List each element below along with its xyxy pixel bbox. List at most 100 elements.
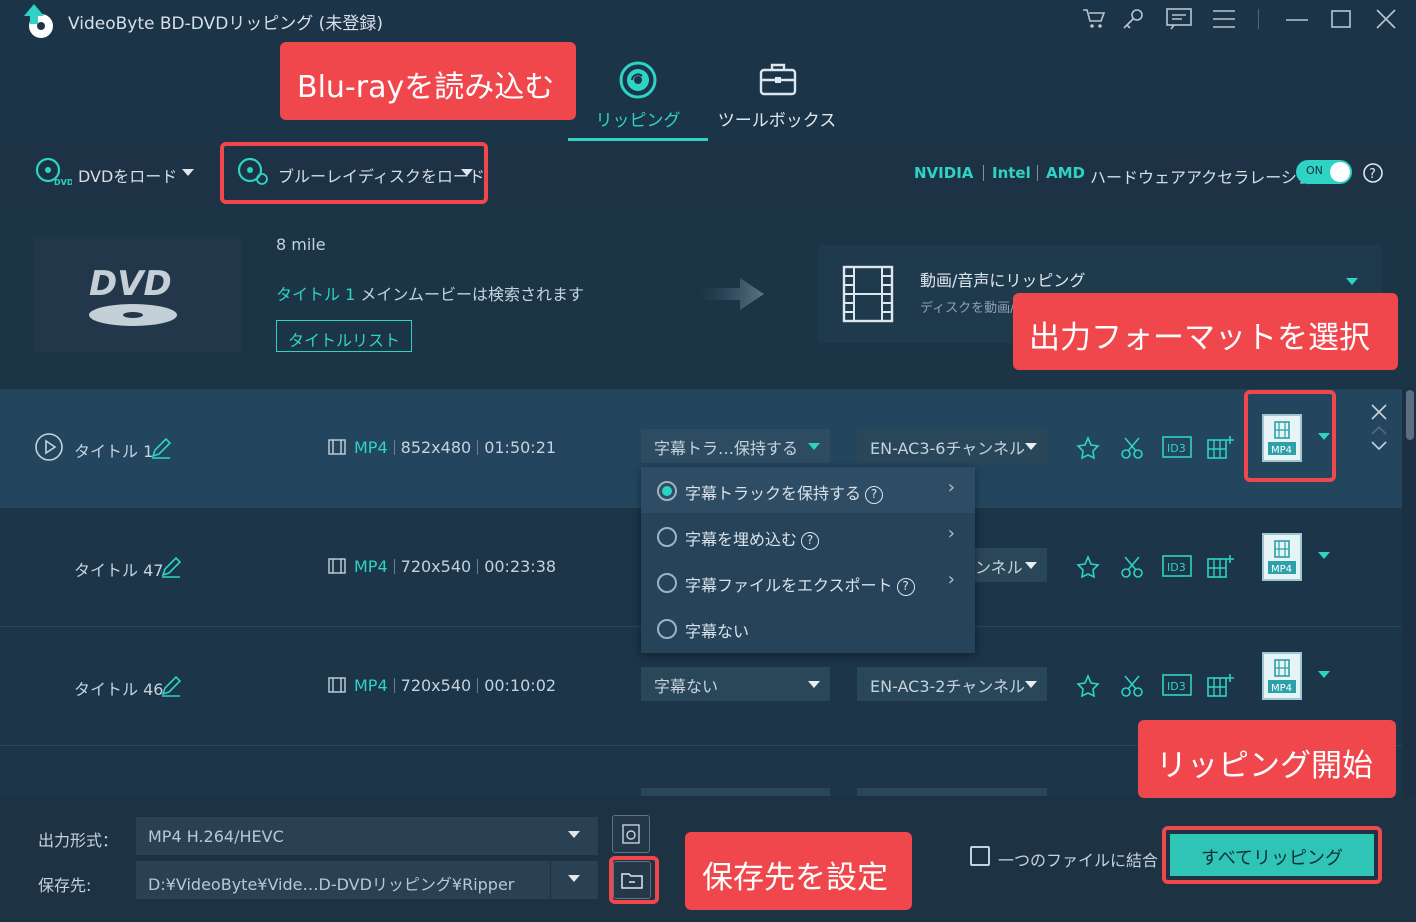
question-icon[interactable]: ? xyxy=(865,486,884,504)
hw-accel-toggle[interactable]: ON xyxy=(1296,160,1352,184)
enhance-star-icon[interactable] xyxy=(1076,674,1100,698)
hw-nvidia: NVIDIA xyxy=(914,164,974,182)
settings-gear-icon xyxy=(621,824,641,844)
callout-load-bluray: Blu-rayを読み込む xyxy=(280,42,576,120)
question-icon[interactable]: ? xyxy=(896,578,915,596)
profile-subtitle: ディスクを動画/音 xyxy=(920,301,1028,316)
key-icon[interactable] xyxy=(1122,8,1144,30)
load-dvd-button[interactable]: DVD DVDをロード xyxy=(34,157,200,189)
option-label: 字幕を埋め込む xyxy=(685,530,798,549)
main-title-link[interactable]: タイトル 1 xyxy=(276,285,355,304)
audio-select[interactable] xyxy=(857,788,1047,796)
question-icon[interactable]: ? xyxy=(801,532,820,550)
subtitle-option-keep[interactable]: 字幕トラックを保持する? › xyxy=(641,467,975,513)
chevron-down-icon xyxy=(568,831,580,838)
main-movie-text: メインムービーは検索されます xyxy=(360,285,585,304)
remove-title-icon[interactable] xyxy=(1371,404,1387,420)
audio-select-value: ンネル xyxy=(975,558,1023,577)
toggle-knob xyxy=(1330,162,1350,182)
title-resolution: 852x480 xyxy=(400,438,472,457)
id3-tag-icon[interactable]: ID3 xyxy=(1162,674,1192,696)
radio-icon xyxy=(657,527,677,547)
format-settings-button[interactable] xyxy=(612,815,650,853)
dvd-disc-icon: DVD xyxy=(34,157,72,187)
load-dvd-dropdown-icon[interactable] xyxy=(182,169,194,176)
save-to-label: 保存先: xyxy=(38,876,92,895)
enhance-star-icon[interactable] xyxy=(1076,555,1100,579)
hw-amd: AMD xyxy=(1046,164,1085,182)
scissors-icon[interactable] xyxy=(1120,436,1144,460)
chevron-down-icon xyxy=(1025,562,1037,569)
audio-select[interactable]: EN-AC3-2チャンネル xyxy=(857,667,1047,701)
load-dvd-label: DVDをロード xyxy=(78,167,178,186)
merge-checkbox[interactable] xyxy=(970,846,990,866)
menu-icon[interactable] xyxy=(1212,9,1236,29)
format-mp4-icon[interactable]: MP4 xyxy=(1262,533,1302,581)
maximize-icon[interactable] xyxy=(1331,10,1351,28)
ripping-disc-icon xyxy=(618,60,658,100)
edit-pencil-icon[interactable] xyxy=(160,675,182,697)
scissors-icon[interactable] xyxy=(1120,555,1144,579)
audio-select-value: EN-AC3-6チャンネル xyxy=(870,439,1025,458)
subtitle-select[interactable]: 字幕トラ…保持する xyxy=(641,429,830,463)
profile-dropdown-icon[interactable] xyxy=(1346,278,1358,285)
tab-ripping[interactable]: リッピング xyxy=(568,56,708,138)
feedback-icon[interactable] xyxy=(1166,8,1192,30)
tab-toolbox[interactable]: ツールボックス xyxy=(712,56,842,138)
destination-highlight-box xyxy=(609,856,659,904)
title-name: タイトル 47 xyxy=(74,561,164,580)
svg-text:ID3: ID3 xyxy=(1167,561,1186,574)
chevron-down-icon[interactable] xyxy=(568,875,580,882)
subtitle-option-embed[interactable]: 字幕を埋め込む? › xyxy=(641,513,975,559)
svg-text:?: ? xyxy=(1369,167,1376,182)
svg-text:DVD: DVD xyxy=(54,178,72,187)
toolbox-icon xyxy=(759,62,797,96)
list-scrollbar-thumb[interactable] xyxy=(1406,390,1414,440)
toggle-state-label: ON xyxy=(1306,164,1323,177)
svg-text:MP4: MP4 xyxy=(1271,564,1292,575)
film-strip-icon xyxy=(842,265,894,323)
title-duration: 01:50:21 xyxy=(484,438,557,457)
edit-pencil-icon[interactable] xyxy=(160,556,182,578)
output-format-select[interactable]: MP4 H.264/HEVC xyxy=(136,817,598,855)
format-mp4-icon[interactable]: MP4 xyxy=(1262,652,1302,700)
chevron-right-icon: › xyxy=(947,523,955,544)
audio-select-value: EN-AC3-2チャンネル xyxy=(870,677,1025,696)
subtitle-select[interactable] xyxy=(641,788,830,796)
title-resolution: 720x540 xyxy=(400,676,472,695)
audio-select[interactable]: EN-AC3-6チャンネル xyxy=(857,429,1047,463)
enhance-star-icon[interactable] xyxy=(1076,436,1100,460)
hw-separator xyxy=(1037,165,1038,181)
move-up-icon[interactable] xyxy=(1371,425,1387,435)
play-icon[interactable] xyxy=(34,432,64,462)
cart-icon[interactable] xyxy=(1082,8,1106,30)
field-divider xyxy=(550,861,551,899)
subtitle-option-export[interactable]: 字幕ファイルをエクスポート? › xyxy=(641,559,975,605)
title-list-button[interactable]: タイトルリスト xyxy=(276,320,412,352)
scissors-icon[interactable] xyxy=(1120,674,1144,698)
move-down-icon[interactable] xyxy=(1371,441,1387,451)
titlebar-divider xyxy=(1258,9,1259,29)
help-icon[interactable]: ? xyxy=(1362,162,1384,184)
compress-icon[interactable] xyxy=(1206,553,1236,579)
id3-tag-icon[interactable]: ID3 xyxy=(1162,436,1192,458)
minimize-icon[interactable] xyxy=(1286,18,1308,22)
id3-tag-icon[interactable]: ID3 xyxy=(1162,555,1192,577)
save-path-field[interactable]: D:¥VideoByte¥Vide…D-DVDリッピング¥Ripper xyxy=(136,861,598,899)
compress-icon[interactable] xyxy=(1206,434,1236,460)
format-dropdown-icon[interactable] xyxy=(1318,671,1330,678)
subtitle-select[interactable]: 字幕ない xyxy=(641,667,830,701)
subtitle-option-none[interactable]: 字幕ない xyxy=(641,605,975,651)
edit-pencil-icon[interactable] xyxy=(150,437,172,459)
dvd-logo-text: DVD xyxy=(89,264,172,304)
list-scrollbar[interactable] xyxy=(1404,388,1416,796)
chevron-down-icon xyxy=(808,443,820,450)
option-label: 字幕ファイルをエクスポート xyxy=(685,576,893,595)
callout-start-ripping: リッピング開始 xyxy=(1138,720,1396,798)
output-format-label: 出力形式： xyxy=(38,831,119,850)
compress-icon[interactable] xyxy=(1206,672,1236,698)
close-icon[interactable] xyxy=(1376,9,1396,29)
format-dropdown-icon[interactable] xyxy=(1318,552,1330,559)
title-resolution: 720x540 xyxy=(400,557,472,576)
radio-icon xyxy=(657,619,677,639)
